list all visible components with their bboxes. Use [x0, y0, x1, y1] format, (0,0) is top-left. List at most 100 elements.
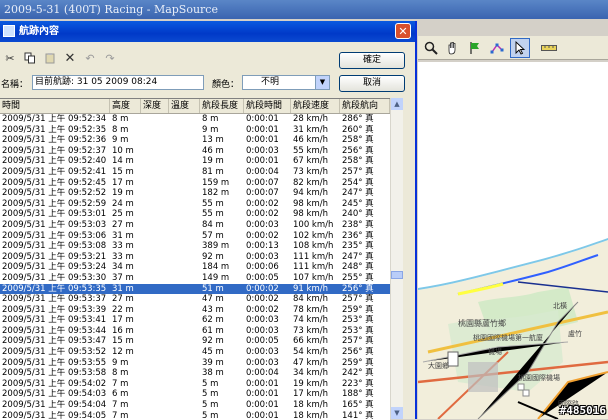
- table-row[interactable]: 2009/5/31 上午 09:52:59 24 m 55 m 0:00:02 98 k…: [0, 199, 390, 210]
- table-cell: [169, 262, 200, 273]
- scroll-down-icon[interactable]: ▼: [391, 407, 403, 419]
- undo-icon[interactable]: ↶: [82, 50, 98, 66]
- table-cell: [141, 368, 169, 379]
- table-cell: [141, 146, 169, 157]
- table-row[interactable]: 2009/5/31 上午 09:53:44 16 m 61 m 0:00:03 73 k…: [0, 326, 390, 337]
- table-cell: [141, 188, 169, 199]
- measure-icon[interactable]: [540, 39, 558, 57]
- table-row[interactable]: 2009/5/31 上午 09:52:36 9 m 13 m 0:00:01 46 km…: [0, 135, 390, 146]
- table-cell: [141, 178, 169, 189]
- table-row[interactable]: 2009/5/31 上午 09:52:45 17 m 159 m 0:00:07 82 …: [0, 178, 390, 189]
- table-scrollbar[interactable]: ▲ ▼: [390, 98, 403, 419]
- table-cell: 2009/5/31 上午 09:52:59: [2, 198, 107, 209]
- table-cell: 245° 真: [342, 198, 374, 209]
- map-label: 北橫: [553, 301, 567, 310]
- table-row[interactable]: 2009/5/31 上午 09:54:04 7 m 5 m 0:00:01 18 km/…: [0, 400, 390, 411]
- table-cell: 223° 真: [342, 378, 374, 389]
- table-row[interactable]: 2009/5/31 上午 09:53:35 31 m 51 m 0:00:02 91 k…: [0, 283, 390, 295]
- cut-icon[interactable]: ✂: [2, 50, 18, 66]
- table-cell: 33 m: [112, 251, 134, 262]
- table-row[interactable]: 2009/5/31 上午 09:53:58 8 m 38 m 0:00:04 34 km…: [0, 368, 390, 379]
- table-row[interactable]: 2009/5/31 上午 09:52:35 8 m 9 m 0:00:01 31 km/…: [0, 125, 390, 136]
- table-cell: 12 m: [112, 347, 134, 358]
- table-row[interactable]: 2009/5/31 上午 09:53:01 25 m 55 m 0:00:02 98 k…: [0, 209, 390, 220]
- cancel-button[interactable]: 取消: [339, 75, 405, 92]
- flag-icon[interactable]: [466, 39, 484, 57]
- table-cell: [141, 125, 169, 136]
- select-arrow-icon[interactable]: [510, 37, 530, 58]
- map-label: 桃園縣蘆竹鄉: [458, 318, 506, 328]
- table-cell: 9 m: [112, 135, 129, 146]
- table-row[interactable]: 2009/5/31 上午 09:53:37 27 m 47 m 0:00:02 84 k…: [0, 294, 390, 305]
- table-cell: 55 m: [202, 198, 224, 209]
- table-cell: 7 m: [112, 378, 129, 389]
- table-cell: [169, 146, 200, 157]
- column-header-leg-speed[interactable]: 航段速度: [291, 99, 340, 113]
- table-row[interactable]: 2009/5/31 上午 09:52:34 8 m 8 m 0:00:01 28 km/…: [0, 114, 390, 125]
- redo-icon[interactable]: ↷: [102, 50, 118, 66]
- table-cell: 235° 真: [342, 241, 374, 252]
- table-row[interactable]: 2009/5/31 上午 09:53:03 27 m 84 m 0:00:03 100 …: [0, 220, 390, 231]
- table-row[interactable]: 2009/5/31 上午 09:53:52 12 m 45 m 0:00:03 54 k…: [0, 347, 390, 358]
- ok-button[interactable]: 確定: [339, 52, 405, 69]
- table-cell: 0:00:01: [246, 135, 279, 146]
- table-row[interactable]: 2009/5/31 上午 09:53:30 37 m 149 m 0:00:05 107…: [0, 273, 390, 284]
- table-cell: 5 m: [202, 378, 219, 389]
- column-header-time[interactable]: 時間: [0, 99, 110, 113]
- table-row[interactable]: 2009/5/31 上午 09:52:40 14 m 19 m 0:00:01 67 k…: [0, 156, 390, 167]
- chevron-down-icon[interactable]: ▼: [315, 76, 329, 89]
- track-points-table[interactable]: 時間 高度 深度 溫度 航段長度 航段時間 航段速度 航段航向 2009/5/3…: [0, 98, 390, 420]
- table-row[interactable]: 2009/5/31 上午 09:54:02 7 m 5 m 0:00:01 19 km/…: [0, 379, 390, 390]
- copy-icon[interactable]: [22, 50, 38, 66]
- table-cell: [169, 199, 200, 210]
- column-header-leg-course[interactable]: 航段航向: [340, 99, 390, 113]
- table-cell: 47 m: [202, 294, 224, 305]
- table-cell: [141, 400, 169, 411]
- table-cell: 256° 真: [342, 347, 374, 358]
- table-cell: 31 m: [112, 230, 134, 241]
- table-cell: 39 m: [202, 357, 224, 368]
- table-cell: 2009/5/31 上午 09:52:45: [2, 177, 107, 188]
- paste-icon[interactable]: [42, 50, 58, 66]
- table-cell: 61 m: [202, 325, 224, 336]
- color-select[interactable]: 不明 ▼: [242, 75, 330, 90]
- table-cell: [141, 273, 169, 284]
- route-icon[interactable]: [488, 39, 506, 57]
- column-header-temperature[interactable]: 溫度: [169, 99, 200, 113]
- delete-icon[interactable]: ✕: [62, 50, 78, 66]
- table-row[interactable]: 2009/5/31 上午 09:53:24 34 m 184 m 0:00:06 111…: [0, 262, 390, 273]
- scroll-thumb[interactable]: [391, 271, 403, 279]
- column-header-depth[interactable]: 深度: [141, 99, 169, 113]
- color-select-value: 不明: [261, 77, 280, 87]
- app-title-bar: 2009-5-31 (400T) Racing - MapSource: [0, 0, 608, 19]
- table-row[interactable]: 2009/5/31 上午 09:53:47 15 m 92 m 0:00:05 66 k…: [0, 336, 390, 347]
- close-icon[interactable]: ✕: [395, 23, 411, 39]
- table-row[interactable]: 2009/5/31 上午 09:53:21 33 m 92 m 0:00:03 111 …: [0, 252, 390, 263]
- table-row[interactable]: 2009/5/31 上午 09:53:06 31 m 57 m 0:00:02 102 …: [0, 231, 390, 242]
- column-header-leg-length[interactable]: 航段長度: [200, 99, 244, 113]
- table-row[interactable]: 2009/5/31 上午 09:53:55 9 m 39 m 0:00:03 47 km…: [0, 358, 390, 369]
- table-cell: 2009/5/31 上午 09:53:47: [2, 336, 107, 347]
- column-header-altitude[interactable]: 高度: [110, 99, 141, 113]
- column-header-leg-time[interactable]: 航段時間: [244, 99, 291, 113]
- dialog-title-bar[interactable]: 航跡內容 ✕: [0, 21, 415, 42]
- track-name-input[interactable]: 目前航跡: 31 05 2009 08:24: [32, 75, 204, 90]
- table-cell: 257° 真: [342, 336, 374, 347]
- scroll-up-icon[interactable]: ▲: [391, 98, 403, 110]
- table-row[interactable]: 2009/5/31 上午 09:52:41 15 m 81 m 0:00:04 73 k…: [0, 167, 390, 178]
- table-row[interactable]: 2009/5/31 上午 09:52:52 19 m 182 m 0:00:07 94 …: [0, 188, 390, 199]
- table-row[interactable]: 2009/5/31 上午 09:54:03 6 m 5 m 0:00:01 17 km/…: [0, 389, 390, 400]
- map-view[interactable]: 桃園縣蘆竹鄉 桃園國際機場第一航廈 機場 大園鄉 北橫 桃園國際機場 國際路 盧…: [418, 62, 608, 419]
- hand-icon[interactable]: [444, 39, 462, 57]
- table-row[interactable]: 2009/5/31 上午 09:53:41 17 m 62 m 0:00:03 74 k…: [0, 315, 390, 326]
- zoom-icon[interactable]: [422, 39, 440, 57]
- table-cell: 54 km/h: [293, 347, 328, 358]
- table-cell: [141, 252, 169, 263]
- table-cell: [141, 114, 169, 125]
- table-cell: 242° 真: [342, 368, 374, 379]
- table-row[interactable]: 2009/5/31 上午 09:53:39 22 m 43 m 0:00:02 78 k…: [0, 305, 390, 316]
- table-row[interactable]: 2009/5/31 上午 09:52:37 10 m 46 m 0:00:03 55 k…: [0, 146, 390, 157]
- table-cell: 2009/5/31 上午 09:53:52: [2, 347, 107, 358]
- table-cell: 9 m: [202, 124, 219, 135]
- table-row[interactable]: 2009/5/31 上午 09:53:08 33 m 389 m 0:00:13 108…: [0, 241, 390, 252]
